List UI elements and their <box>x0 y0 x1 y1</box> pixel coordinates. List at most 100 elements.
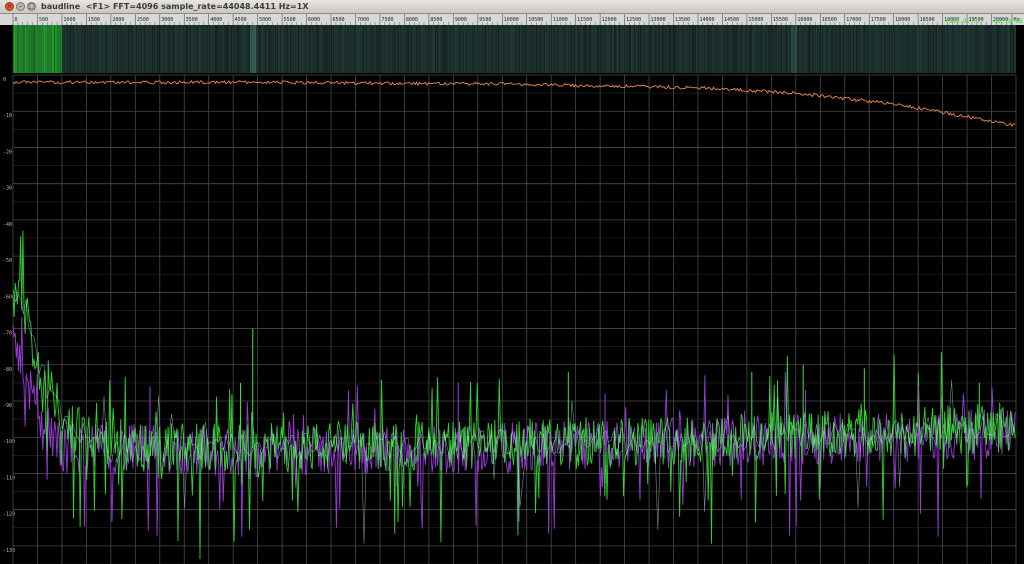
waterfall-column <box>844 25 845 73</box>
waterfall-column <box>46 25 47 73</box>
waterfall-column <box>486 25 487 73</box>
waterfall-column <box>828 25 829 73</box>
waterfall-column <box>346 25 347 73</box>
waterfall-column <box>52 25 53 73</box>
waterfall-column <box>993 25 994 73</box>
waterfall-column <box>749 25 750 73</box>
waterfall-column <box>721 25 722 73</box>
waterfall-column <box>994 25 995 73</box>
waterfall-column <box>222 25 223 73</box>
waterfall-column <box>730 25 731 73</box>
waterfall-column <box>162 25 163 73</box>
waterfall-column <box>264 25 265 73</box>
waterfall-column <box>525 25 526 73</box>
waterfall-column <box>58 25 59 73</box>
waterfall-column <box>147 25 148 73</box>
waterfall-column <box>327 25 328 73</box>
waterfall-column <box>572 25 573 73</box>
waterfall-column <box>777 25 778 73</box>
waterfall-column <box>887 25 888 73</box>
waterfall-column <box>445 25 446 73</box>
waterfall-column <box>299 25 300 73</box>
waterfall-column <box>623 25 624 73</box>
waterfall-column <box>32 25 33 73</box>
waterfall-column <box>676 25 677 73</box>
waterfall-column <box>99 25 100 73</box>
ruler-label: 5000 <box>259 17 271 23</box>
waterfall-column <box>71 25 72 73</box>
waterfall-column <box>595 25 596 73</box>
waterfall-column <box>865 25 866 73</box>
waterfall-column <box>14 25 15 73</box>
waterfall-column <box>923 25 924 73</box>
waterfall-column <box>284 25 285 73</box>
waterfall-column <box>556 25 557 73</box>
waterfall-column <box>490 25 491 73</box>
waterfall-column <box>980 25 981 73</box>
waterfall-column <box>54 25 55 73</box>
waterfall-column <box>691 25 692 73</box>
ruler-label: 7000 <box>357 17 369 23</box>
waterfall-column <box>518 25 519 73</box>
waterfall-column <box>50 25 51 73</box>
waterfall-column <box>228 25 229 73</box>
waterfall-column <box>181 25 182 73</box>
waterfall-column <box>716 25 717 73</box>
waterfall-column <box>1009 25 1010 73</box>
waterfall-column <box>629 25 630 73</box>
waterfall-column <box>483 25 484 73</box>
waterfall-column <box>791 25 792 73</box>
waterfall-column <box>861 25 862 73</box>
waterfall-column <box>918 25 919 73</box>
waterfall-column <box>440 25 441 73</box>
waterfall-column <box>223 25 224 73</box>
waterfall-column <box>325 25 326 73</box>
waterfall-spectrogram[interactable] <box>0 25 1024 73</box>
waterfall-column <box>369 25 370 73</box>
minimize-window-button[interactable]: – <box>16 2 25 11</box>
waterfall-column <box>818 25 819 73</box>
waterfall-column <box>800 25 801 73</box>
waterfall-column <box>523 25 524 73</box>
waterfall-column <box>714 25 715 73</box>
waterfall-column <box>937 25 938 73</box>
waterfall-column <box>442 25 443 73</box>
waterfall-column <box>322 25 323 73</box>
waterfall-column <box>965 25 966 73</box>
waterfall-column <box>367 25 368 73</box>
ruler-label: 9500 <box>479 17 491 23</box>
maximize-window-button[interactable]: □ <box>27 2 36 11</box>
ruler-label: 1500 <box>88 17 100 23</box>
waterfall-column <box>816 25 817 73</box>
waterfall-column <box>189 25 190 73</box>
waterfall-column <box>888 25 889 73</box>
waterfall-column <box>752 25 753 73</box>
waterfall-column <box>114 25 115 73</box>
waterfall-column <box>376 25 377 73</box>
close-window-button[interactable]: × <box>5 2 14 11</box>
waterfall-column <box>802 25 803 73</box>
waterfall-column <box>484 25 485 73</box>
waterfall-column <box>912 25 913 73</box>
waterfall-column <box>710 25 711 73</box>
waterfall-column <box>587 25 588 73</box>
waterfall-column <box>265 25 266 73</box>
waterfall-column <box>158 25 159 73</box>
spectrum-display[interactable]: 0 500 1000 1500 2000 2500 3000 3500 4000 4500 5000… <box>0 14 1024 564</box>
waterfall-column <box>24 25 25 73</box>
waterfall-column <box>390 25 391 73</box>
waterfall-column <box>825 25 826 73</box>
waterfall-column <box>632 25 633 73</box>
waterfall-column <box>427 25 428 73</box>
waterfall-column <box>74 25 75 73</box>
waterfall-column <box>439 25 440 73</box>
waterfall-column <box>500 25 501 73</box>
waterfall-column <box>671 25 672 73</box>
waterfall-column <box>705 25 706 73</box>
waterfall-column <box>656 25 657 73</box>
waterfall-column <box>634 25 635 73</box>
title-bar[interactable]: × – □ baudline <F1> FFT=4096 sample_rate… <box>0 0 1024 14</box>
waterfall-column <box>362 25 363 73</box>
waterfall-column <box>460 25 461 73</box>
waterfall-column <box>487 25 488 73</box>
